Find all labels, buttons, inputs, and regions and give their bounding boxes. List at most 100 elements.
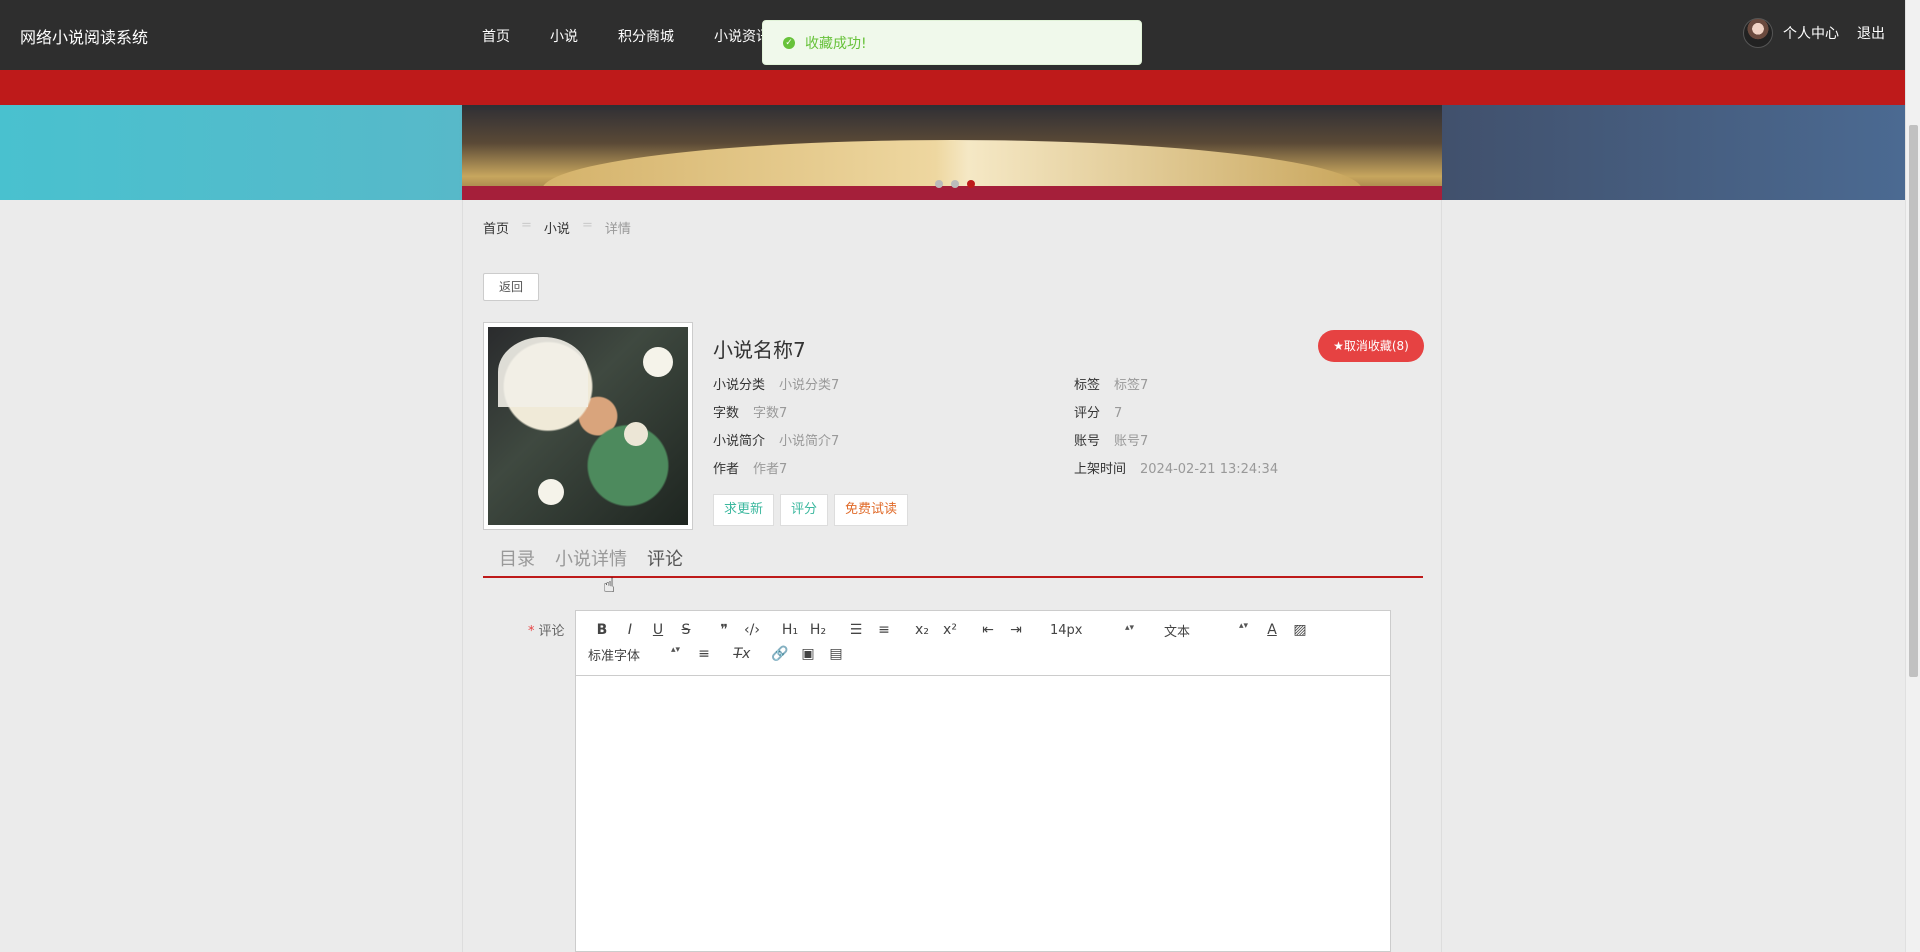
- editor-toolbar: B I U S ❞ ‹/› H₁ H₂ ☰ ≡ x₂ x² ⇤ ⇥ 14px ▴…: [576, 611, 1390, 676]
- comment-input-area[interactable]: [576, 676, 1390, 952]
- select-arrows-icon: ▴▾: [1238, 620, 1248, 631]
- background-color-icon[interactable]: ▨: [1286, 622, 1314, 638]
- block-type-select[interactable]: 文本 ▴▾: [1164, 621, 1248, 640]
- toast-message: 收藏成功!: [805, 35, 867, 52]
- info-tag: 标签 标签7: [1074, 374, 1148, 393]
- toolbar-row: 标准字体 ▴▾ ≡ T̶x 🔗 ▣ ▤: [588, 643, 1380, 665]
- novel-actions: 求更新 评分 免费试读: [713, 494, 914, 526]
- breadcrumb-separator: =: [521, 218, 532, 233]
- info-synopsis: 小说简介 小说简介7: [713, 430, 839, 449]
- info-key: 作者: [713, 462, 740, 477]
- align-icon[interactable]: ≡: [690, 646, 718, 662]
- logout-link[interactable]: 退出: [1857, 23, 1885, 43]
- bullet-list-icon[interactable]: ≡: [870, 622, 898, 638]
- info-word-count: 字数 字数7: [713, 402, 787, 421]
- carousel-indicators: [935, 180, 983, 188]
- info-value: 7: [1114, 406, 1123, 421]
- info-key: 小说简介: [713, 434, 766, 449]
- image-icon[interactable]: ▣: [794, 646, 822, 662]
- check-circle-icon: ✓: [783, 36, 795, 49]
- carousel-dot[interactable]: [935, 180, 943, 188]
- site-brand[interactable]: 网络小说阅读系统: [20, 24, 148, 48]
- font-size-value: 14px: [1050, 622, 1083, 638]
- info-key: 上架时间: [1074, 462, 1127, 477]
- superscript-icon[interactable]: x²: [936, 622, 964, 638]
- font-size-select[interactable]: 14px ▴▾: [1050, 623, 1134, 638]
- font-color-icon[interactable]: A: [1258, 622, 1286, 638]
- info-value: 字数7: [753, 406, 788, 421]
- detail-container: 首页 = 小说 = 详情 返回 小说名称7 ★取消收藏(8) 小说分类 小说分类7…: [462, 200, 1442, 952]
- book-cover-edge: [462, 186, 1442, 200]
- font-family-value: 标准字体: [588, 648, 641, 664]
- italic-icon[interactable]: I: [616, 622, 644, 638]
- breadcrumb-separator: =: [581, 218, 593, 233]
- outdent-icon[interactable]: ⇤: [974, 622, 1002, 638]
- info-rating: 评分 7: [1074, 402, 1122, 421]
- user-area: 个人中心 退出: [1743, 18, 1885, 48]
- clear-format-icon[interactable]: T̶x: [728, 646, 756, 662]
- novel-cover: [483, 322, 693, 530]
- breadcrumb: 首页 = 小说 = 详情: [483, 218, 643, 237]
- page-scrollbar[interactable]: [1905, 0, 1920, 952]
- request-update-button[interactable]: 求更新: [713, 494, 775, 526]
- strikethrough-icon[interactable]: S: [672, 622, 700, 638]
- scrollbar-thumb[interactable]: [1909, 125, 1918, 677]
- link-icon[interactable]: 🔗: [766, 646, 794, 662]
- free-trial-read-button[interactable]: 免费试读: [834, 494, 909, 526]
- user-avatar[interactable]: [1743, 18, 1773, 48]
- flower-shape: [643, 347, 673, 377]
- block-type-value: 文本: [1164, 624, 1191, 640]
- video-icon[interactable]: ▤: [822, 646, 850, 662]
- info-value: 账号7: [1114, 434, 1149, 449]
- indent-icon[interactable]: ⇥: [1002, 622, 1030, 638]
- blockquote-icon[interactable]: ❞: [710, 622, 738, 638]
- ordered-list-icon[interactable]: ☰: [842, 622, 870, 638]
- cover-illustration: [488, 327, 688, 525]
- user-center-link[interactable]: 个人中心: [1783, 23, 1839, 43]
- info-key: 标签: [1074, 378, 1101, 393]
- comment-rich-editor: B I U S ❞ ‹/› H₁ H₂ ☰ ≡ x₂ x² ⇤ ⇥ 14px ▴…: [575, 610, 1391, 952]
- breadcrumb-novels[interactable]: 小说: [544, 218, 570, 237]
- carousel-dot-active[interactable]: [967, 180, 975, 188]
- subscript-icon[interactable]: x₂: [908, 622, 936, 638]
- font-family-select[interactable]: 标准字体 ▴▾: [588, 645, 680, 664]
- info-value: 小说简介7: [779, 434, 840, 449]
- select-arrows-icon: ▴▾: [670, 644, 680, 655]
- bold-icon[interactable]: B: [588, 622, 616, 638]
- umbrella-shape: [498, 337, 588, 407]
- info-key: 评分: [1074, 406, 1101, 421]
- info-publish-time: 上架时间 2024-02-21 13:24:34: [1074, 458, 1278, 477]
- heading-1-icon[interactable]: H₁: [776, 622, 804, 638]
- nav-novels[interactable]: 小说: [550, 26, 578, 46]
- banner-top-strip: [0, 70, 1905, 105]
- hand-cursor-icon: ☝: [603, 573, 616, 597]
- flower-shape: [624, 422, 648, 446]
- tab-novel-details[interactable]: 小说详情: [555, 545, 627, 576]
- heading-2-icon[interactable]: H₂: [804, 622, 832, 638]
- carousel-dot[interactable]: [951, 180, 959, 188]
- nav-points-mall[interactable]: 积分商城: [618, 26, 674, 46]
- info-value: 作者7: [753, 462, 788, 477]
- comment-label: * 评论: [528, 620, 565, 639]
- unfavorite-button[interactable]: ★取消收藏(8): [1318, 330, 1424, 362]
- rate-button[interactable]: 评分: [780, 494, 829, 526]
- code-block-icon[interactable]: ‹/›: [738, 622, 766, 638]
- nav-home[interactable]: 首页: [482, 26, 510, 46]
- info-account: 账号 账号7: [1074, 430, 1148, 449]
- comment-label-text: 评论: [538, 624, 565, 639]
- underline-icon[interactable]: U: [644, 622, 672, 638]
- back-button[interactable]: 返回: [483, 273, 539, 301]
- tab-comments[interactable]: 评论: [647, 545, 683, 576]
- detail-tabs: 目录 小说详情 评论: [483, 545, 1423, 578]
- flower-shape: [538, 479, 564, 505]
- success-toast: ✓ 收藏成功!: [762, 20, 1142, 65]
- info-category: 小说分类 小说分类7: [713, 374, 839, 393]
- info-value: 小说分类7: [779, 378, 840, 393]
- novel-title: 小说名称7: [713, 338, 806, 362]
- info-value: 标签7: [1114, 378, 1149, 393]
- breadcrumb-home[interactable]: 首页: [483, 218, 509, 237]
- required-mark: *: [528, 624, 535, 639]
- breadcrumb-current: 详情: [604, 222, 631, 237]
- tab-catalog[interactable]: 目录: [499, 545, 535, 576]
- info-key: 账号: [1074, 434, 1101, 449]
